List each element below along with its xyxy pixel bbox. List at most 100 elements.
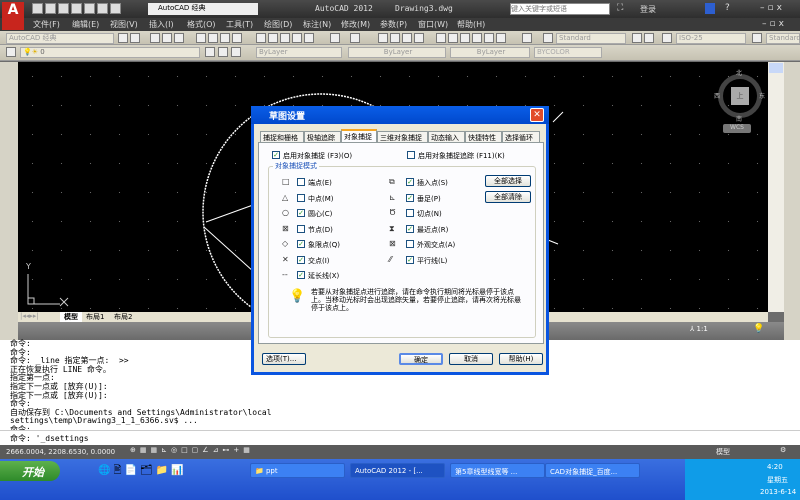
table-style-combo[interactable]: Standard: [766, 33, 800, 44]
dialog-tab[interactable]: 极轴追踪: [304, 131, 341, 142]
task-ppt[interactable]: 📁 ppt: [250, 463, 345, 478]
workspace-combo[interactable]: AutoCAD 经典: [6, 33, 114, 44]
menu-tools[interactable]: 工具(T): [226, 19, 253, 30]
quickcalc-icon[interactable]: [496, 33, 506, 43]
redo-icon[interactable]: [350, 33, 360, 43]
workspace-settings-icon[interactable]: [130, 33, 140, 43]
paste-icon[interactable]: [280, 33, 290, 43]
design-center-icon[interactable]: [448, 33, 458, 43]
snap-mode-checkbox[interactable]: [406, 209, 414, 217]
help-icon[interactable]: ?: [725, 3, 730, 13]
new-icon[interactable]: [150, 33, 160, 43]
snap-mode-checkbox[interactable]: ✓: [406, 193, 414, 202]
menu-modify[interactable]: 修改(M): [341, 19, 370, 30]
undo-icon[interactable]: [330, 33, 340, 43]
dialog-tab[interactable]: 快捷特性: [465, 131, 502, 142]
save-icon[interactable]: [174, 33, 184, 43]
pan-icon[interactable]: [378, 33, 388, 43]
start-button[interactable]: 开始: [0, 461, 60, 481]
menu-format[interactable]: 格式(O): [187, 19, 216, 30]
compass-south[interactable]: 南: [736, 114, 742, 123]
snap-mode-checkbox[interactable]: [297, 193, 305, 202]
color-combo[interactable]: ByLayer: [256, 47, 342, 58]
select-all-button[interactable]: 全部选择: [485, 175, 531, 187]
dialog-tab[interactable]: 对象捕捉: [341, 129, 377, 142]
ok-button[interactable]: 确定: [399, 353, 443, 365]
zoom-window-icon[interactable]: [402, 33, 412, 43]
task-autocad[interactable]: AutoCAD 2012 - [...: [350, 463, 445, 478]
command-line-input[interactable]: 命令: '_dsettings: [0, 430, 800, 444]
undo-icon[interactable]: [97, 3, 108, 14]
tab-layout1[interactable]: 布局1: [86, 312, 104, 322]
snap-mode-checkbox[interactable]: [297, 224, 305, 233]
exchange-icon[interactable]: [705, 3, 715, 14]
workspace-dropdown[interactable]: AutoCAD 经典: [148, 3, 258, 15]
annotation-scale[interactable]: ⅄ 1:1: [690, 325, 708, 333]
zoom-previous-icon[interactable]: [414, 33, 424, 43]
menu-dimension[interactable]: 标注(N): [303, 19, 331, 30]
menu-help[interactable]: 帮助(H): [457, 19, 485, 30]
saveas-icon[interactable]: [71, 3, 82, 14]
menu-window[interactable]: 窗口(W): [418, 19, 448, 30]
cancel-button[interactable]: 取消: [449, 353, 493, 365]
tab-model[interactable]: 模型: [60, 312, 82, 322]
snap-mode-checkbox[interactable]: ✓: [297, 255, 305, 264]
menu-view[interactable]: 视图(V): [110, 19, 138, 30]
dim-style-combo[interactable]: ISO-25: [676, 33, 746, 44]
cut-icon[interactable]: [256, 33, 266, 43]
tab-nav-arrows[interactable]: |◂◂▸▸|: [20, 312, 39, 320]
menu-draw[interactable]: 绘图(D): [264, 19, 292, 30]
3d-publish-icon[interactable]: [232, 33, 242, 43]
block-editor-icon[interactable]: [304, 33, 314, 43]
tab-layout2[interactable]: 布局2: [114, 312, 132, 322]
layer-manager-icon[interactable]: [6, 47, 16, 57]
gear-icon[interactable]: [118, 33, 128, 43]
snap-mode-checkbox[interactable]: ✓: [297, 209, 305, 217]
redo-icon[interactable]: [110, 3, 121, 14]
snap-mode-checkbox[interactable]: ✓: [406, 255, 414, 264]
lightbulb-icon[interactable]: 💡: [753, 324, 764, 334]
scroll-up-button[interactable]: [769, 63, 783, 73]
print-icon[interactable]: [196, 33, 206, 43]
clear-all-button[interactable]: 全部清除: [485, 191, 531, 203]
login-link[interactable]: 登录: [640, 4, 656, 15]
menu-file[interactable]: 文件(F): [33, 19, 60, 30]
help-button[interactable]: 帮助(H): [499, 353, 543, 365]
enable-tracking-checkbox[interactable]: [407, 151, 415, 159]
autocad-logo-icon[interactable]: A: [2, 2, 24, 30]
text-style-icon[interactable]: [543, 33, 553, 43]
open-icon[interactable]: [45, 3, 56, 14]
drafting-toggles[interactable]: ⊕▦▦⊾◎□▢∠⊿⊷+▦: [130, 446, 254, 454]
publish-icon[interactable]: [220, 33, 230, 43]
dialog-tab[interactable]: 动态输入: [428, 131, 465, 142]
model-button[interactable]: 模型: [716, 447, 730, 457]
save-icon[interactable]: [58, 3, 69, 14]
snap-mode-checkbox[interactable]: ✓: [297, 271, 305, 279]
sheet-set-icon[interactable]: [472, 33, 482, 43]
dim-style-icon[interactable]: [632, 33, 642, 43]
make-current-icon[interactable]: [205, 47, 215, 57]
viewcube-top-face[interactable]: 上: [731, 87, 749, 105]
compass-west[interactable]: 西: [714, 91, 720, 100]
clock-time[interactable]: 4:20: [767, 463, 783, 471]
window-controls[interactable]: –▫x: [760, 3, 785, 13]
table-style-icon[interactable]: [752, 33, 762, 43]
copy-icon[interactable]: [268, 33, 278, 43]
enable-osnap-checkbox[interactable]: ✓: [272, 151, 280, 159]
snap-mode-checkbox[interactable]: [406, 240, 414, 248]
table-style-icon[interactable]: [662, 33, 672, 43]
match-properties-icon[interactable]: [292, 33, 302, 43]
task-word[interactable]: 第5章线型线宽等 ...: [450, 463, 545, 478]
layer-previous-icon[interactable]: [231, 47, 241, 57]
compass-north[interactable]: 北: [736, 68, 742, 77]
snap-mode-checkbox[interactable]: ✓: [406, 178, 414, 186]
menu-edit[interactable]: 编辑(E): [72, 19, 99, 30]
dialog-tab[interactable]: 选择循环: [502, 131, 540, 142]
snap-mode-checkbox[interactable]: [297, 178, 305, 186]
binoculars-icon[interactable]: ⛶: [617, 3, 623, 13]
print-icon[interactable]: [84, 3, 95, 14]
wcs-menu[interactable]: WCS: [723, 124, 751, 133]
preview-icon[interactable]: [208, 33, 218, 43]
snap-mode-checkbox[interactable]: ✓: [406, 224, 414, 233]
options-button[interactable]: 选项(T)...: [262, 353, 306, 365]
